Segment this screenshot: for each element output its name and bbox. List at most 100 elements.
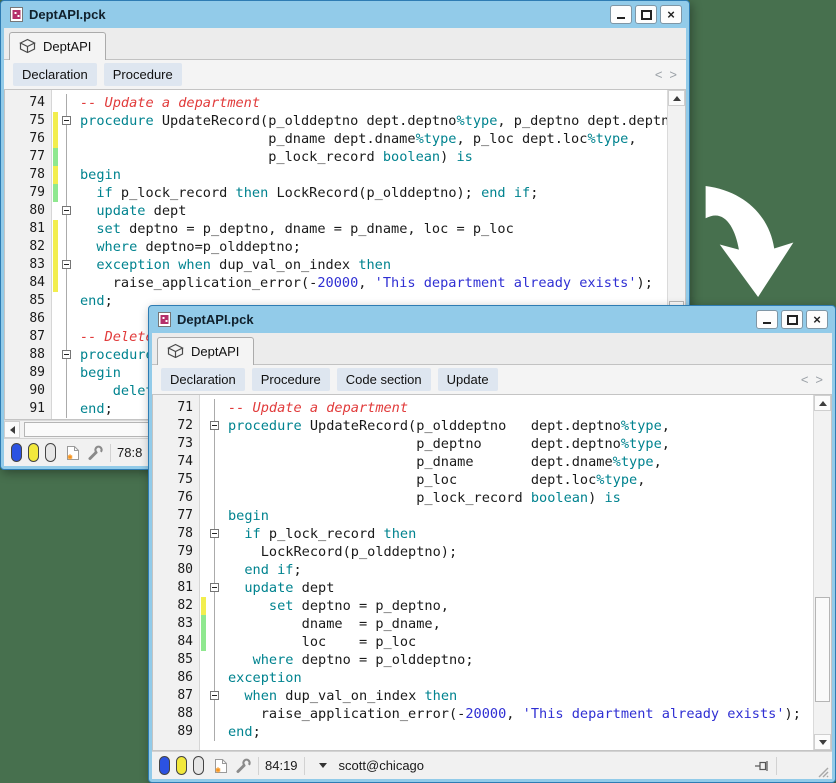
close-button[interactable]: × (806, 310, 828, 329)
maximize-button[interactable] (635, 5, 657, 24)
toolbar-button-update[interactable]: Update (438, 368, 498, 391)
change-marker (52, 202, 59, 220)
titlebar[interactable]: DeptAPI.pck × (4, 1, 686, 28)
code-text: set deptno = p_deptno, (222, 597, 449, 615)
nav-prev-icon[interactable]: < (801, 372, 809, 387)
fold-toggle-icon[interactable] (59, 346, 74, 364)
code-line[interactable]: 88 raise_application_error(-20000, 'This… (153, 705, 813, 723)
fold-rail (207, 597, 222, 615)
fold-rail (59, 292, 74, 310)
code-line[interactable]: 81 update dept (153, 579, 813, 597)
toolbar-button-code-section[interactable]: Code section (337, 368, 431, 391)
status-bar: 84:19 scott@chicago (152, 751, 832, 779)
fold-toggle-icon[interactable] (207, 525, 222, 543)
line-number: 88 (153, 705, 200, 723)
scroll-up-button[interactable] (668, 90, 685, 106)
minimize-icon (617, 17, 625, 19)
scrollbar-thumb[interactable] (815, 597, 830, 702)
code-line[interactable]: 85 where deptno = p_olddeptno; (153, 651, 813, 669)
fold-toggle-icon[interactable] (207, 687, 222, 705)
resize-grip[interactable] (815, 764, 829, 778)
line-number: 81 (153, 579, 200, 597)
code-line[interactable]: 77begin (153, 507, 813, 525)
vertical-scrollbar[interactable] (813, 395, 831, 750)
toolbar-button-procedure[interactable]: Procedure (252, 368, 330, 391)
close-button[interactable]: × (660, 5, 682, 24)
code-line[interactable]: 82 set deptno = p_deptno, (153, 597, 813, 615)
code-line[interactable]: 75procedure UpdateRecord(p_olddeptno dep… (5, 112, 667, 130)
code-text: p_lock_record boolean) is (74, 148, 473, 166)
code-line[interactable]: 72procedure UpdateRecord(p_olddeptno dep… (153, 417, 813, 435)
code-line[interactable]: 79 LockRecord(p_olddeptno); (153, 543, 813, 561)
pin-icon[interactable] (753, 758, 770, 774)
tab-deptapi[interactable]: DeptAPI (9, 32, 106, 60)
code-line[interactable]: 79 if p_lock_record then LockRecord(p_ol… (5, 184, 667, 202)
code-text: raise_application_error(-20000, 'This de… (222, 705, 801, 723)
minimize-button[interactable] (756, 310, 778, 329)
change-marker (52, 184, 59, 202)
package-document-icon (10, 7, 23, 22)
code-editor[interactable]: 71-- Update a department72procedure Upda… (152, 394, 832, 751)
change-marker (52, 292, 59, 310)
code-line[interactable]: 76 p_dname dept.dname%type, p_loc dept.l… (5, 130, 667, 148)
code-line[interactable]: 77 p_lock_record boolean) is (5, 148, 667, 166)
scroll-left-button[interactable] (4, 421, 20, 438)
code-line[interactable]: 86exception (153, 669, 813, 687)
code-line[interactable]: 76 p_lock_record boolean) is (153, 489, 813, 507)
nav-prev-icon[interactable]: < (655, 67, 663, 82)
code-text: if p_lock_record then LockRecord(p_oldde… (74, 184, 538, 202)
code-line[interactable]: 80 end if; (153, 561, 813, 579)
nav-next-icon[interactable]: > (815, 372, 823, 387)
close-icon: × (667, 8, 675, 21)
code-line[interactable]: 78 if p_lock_record then (153, 525, 813, 543)
titlebar[interactable]: DeptAPI.pck × (152, 306, 832, 333)
fold-toggle-icon[interactable] (207, 417, 222, 435)
fold-toggle-icon[interactable] (59, 112, 74, 130)
scroll-down-button[interactable] (814, 734, 831, 750)
editor-window-front[interactable]: DeptAPI.pck × DeptAPI (148, 305, 836, 783)
line-number: 87 (153, 687, 200, 705)
line-number: 82 (5, 238, 52, 256)
change-marker (200, 399, 207, 417)
change-marker (200, 651, 207, 669)
line-number: 84 (153, 633, 200, 651)
code-line[interactable]: 81 set deptno = p_deptno, dname = p_dnam… (5, 220, 667, 238)
cursor-position: 78:8 (117, 445, 142, 460)
change-marker (200, 579, 207, 597)
fold-toggle-icon[interactable] (207, 579, 222, 597)
code-line[interactable]: 80 update dept (5, 202, 667, 220)
fold-toggle-icon[interactable] (59, 256, 74, 274)
tab-deptapi[interactable]: DeptAPI (157, 337, 254, 365)
code-line[interactable]: 83 dname = p_dname, (153, 615, 813, 633)
toolbar-button-declaration[interactable]: Declaration (161, 368, 245, 391)
fold-toggle-icon[interactable] (59, 202, 74, 220)
nav-next-icon[interactable]: > (669, 67, 677, 82)
session-selector[interactable]: scott@chicago (311, 758, 747, 773)
code-line[interactable]: 84 raise_application_error(-20000, 'This… (5, 274, 667, 292)
fold-rail (59, 364, 74, 382)
file-modified-icon (213, 758, 229, 774)
minimize-button[interactable] (610, 5, 632, 24)
separator (776, 757, 777, 775)
code-line[interactable]: 87 when dup_val_on_index then (153, 687, 813, 705)
code-line[interactable]: 75 p_loc dept.loc%type, (153, 471, 813, 489)
code-line[interactable]: 82 where deptno=p_olddeptno; (5, 238, 667, 256)
change-marker (52, 238, 59, 256)
toolbar-button-procedure[interactable]: Procedure (104, 63, 182, 86)
code-text: end if; (222, 561, 302, 579)
scroll-up-button[interactable] (814, 395, 831, 411)
change-marker (52, 328, 59, 346)
code-line[interactable]: 89end; (153, 723, 813, 741)
toolbar-button-declaration[interactable]: Declaration (13, 63, 97, 86)
fold-rail (59, 94, 74, 112)
code-line[interactable]: 83 exception when dup_val_on_index then (5, 256, 667, 274)
code-line[interactable]: 74 p_dname dept.dname%type, (153, 453, 813, 471)
code-line[interactable]: 78begin (5, 166, 667, 184)
code-line[interactable]: 73 p_deptno dept.deptno%type, (153, 435, 813, 453)
code-line[interactable]: 71-- Update a department (153, 399, 813, 417)
code-line[interactable]: 84 loc = p_loc (153, 633, 813, 651)
code-line[interactable]: 74-- Update a department (5, 94, 667, 112)
maximize-button[interactable] (781, 310, 803, 329)
status-indicator-blue (159, 756, 170, 775)
separator (110, 444, 111, 462)
